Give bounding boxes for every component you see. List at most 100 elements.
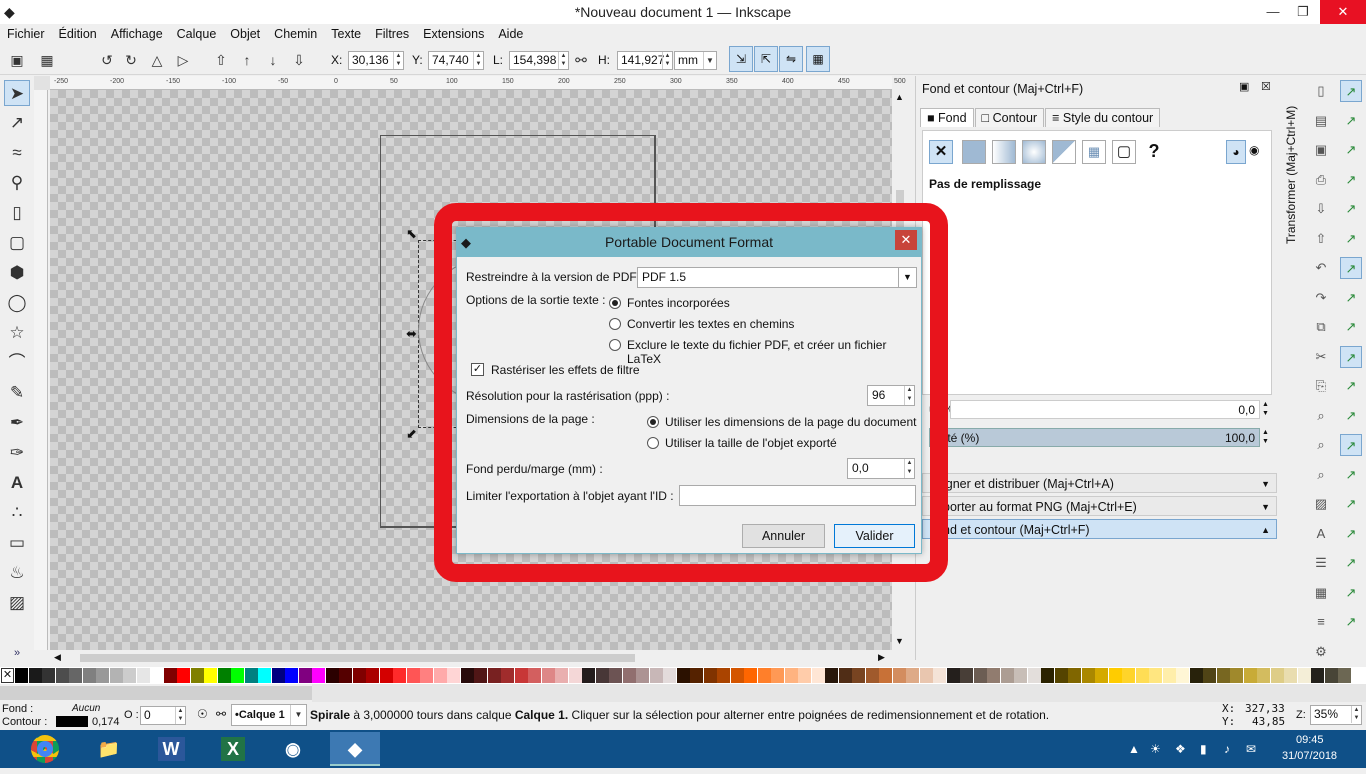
lower-to-bottom-icon[interactable]: ⇩	[288, 49, 310, 71]
palette-swatch[interactable]	[379, 668, 393, 683]
menu-fichier[interactable]: Fichier	[0, 24, 52, 44]
palette-swatch[interactable]	[987, 668, 1000, 683]
palette-swatch[interactable]	[258, 668, 271, 683]
palette-swatch[interactable]	[460, 668, 474, 683]
scale-corners-icon[interactable]: ⇱	[754, 46, 778, 72]
palette-swatch[interactable]	[204, 668, 217, 683]
node-tool-icon[interactable]: ↗	[4, 110, 30, 136]
tray-weather-icon[interactable]: ☀	[1150, 730, 1161, 768]
palette-swatch[interactable]	[1297, 668, 1311, 683]
paint-bucket-tool-icon[interactable]: ♨	[4, 560, 30, 586]
palette-swatch[interactable]	[393, 668, 406, 683]
palette-swatch[interactable]	[960, 668, 973, 683]
dock-align-distribute[interactable]: igner et distribuer (Maj+Ctrl+A) ▼	[922, 473, 1277, 493]
palette-swatch[interactable]	[690, 668, 703, 683]
align-icon[interactable]: ≡	[1310, 611, 1332, 633]
ellipse-tool-icon[interactable]: ◯	[4, 290, 30, 316]
redo-icon[interactable]: ↷	[1310, 287, 1332, 309]
rotate-cw-icon[interactable]: ↻	[120, 49, 142, 71]
palette-swatch[interactable]	[42, 668, 55, 683]
palette-swatch[interactable]	[906, 668, 919, 683]
inkscape-taskbar-icon[interactable]: ◆	[330, 732, 380, 766]
mesh-gradient-icon[interactable]	[1052, 140, 1076, 164]
blur-spin-icon[interactable]: ▲ ▼	[1262, 400, 1269, 418]
pattern-icon[interactable]: ▦	[1082, 140, 1106, 164]
menu-objet[interactable]: Objet	[223, 24, 267, 44]
palette-swatch[interactable]	[730, 668, 744, 683]
snap-option-icon[interactable]: ↗	[1340, 434, 1362, 456]
palette-swatch[interactable]	[1041, 668, 1054, 683]
layer-select[interactable]: •Calque 1 ▼	[231, 704, 307, 726]
tray-expand-icon[interactable]: ▲	[1128, 730, 1140, 768]
palette-swatch[interactable]	[150, 668, 163, 683]
palette-swatch[interactable]	[1135, 668, 1149, 683]
panel-close-icon[interactable]: ☒	[1261, 80, 1271, 93]
palette-swatch[interactable]	[528, 668, 541, 683]
palette-swatch[interactable]	[703, 668, 717, 683]
menu-affichage[interactable]: Affichage	[104, 24, 170, 44]
layers-icon[interactable]: ▦	[1310, 582, 1332, 604]
palette-swatch[interactable]	[852, 668, 865, 683]
tab-contour[interactable]: □ Contour	[974, 108, 1045, 127]
raise-icon[interactable]: ↑	[236, 49, 258, 71]
eraser-tool-icon[interactable]: ▭	[4, 530, 30, 556]
swatch-icon[interactable]: ▢	[1112, 140, 1136, 164]
spin-arrows-icon[interactable]: ▲ ▼	[662, 52, 672, 69]
new-doc-icon[interactable]: ▯	[1310, 80, 1332, 102]
gradient-tool-icon[interactable]: ▨	[4, 590, 30, 616]
palette-swatch[interactable]	[217, 668, 231, 683]
scroll-left-icon[interactable]: ◀	[54, 652, 61, 663]
palette-swatch[interactable]	[892, 668, 906, 683]
close-window-button[interactable]: ✕	[1320, 0, 1366, 24]
scale-stroke-icon[interactable]: ⇲	[729, 46, 753, 72]
snap-option-icon[interactable]: ↗	[1340, 287, 1362, 309]
collapse-icon[interactable]: ▲	[1261, 520, 1270, 540]
palette-swatch[interactable]	[1311, 668, 1324, 683]
palette-swatch[interactable]	[474, 668, 487, 683]
move-patterns-icon[interactable]: ▦	[806, 46, 830, 72]
palette-swatch[interactable]	[1014, 668, 1027, 683]
fill-rule-nonzero-icon[interactable]: ◉	[1249, 143, 1259, 157]
tray-volume-icon[interactable]: ♪	[1224, 730, 1230, 768]
palette-swatch[interactable]	[798, 668, 811, 683]
palette-swatch[interactable]	[838, 668, 852, 683]
palette-swatch[interactable]	[1149, 668, 1162, 683]
palette-swatch[interactable]	[15, 668, 28, 683]
flip-horizontal-icon[interactable]: △	[146, 49, 168, 71]
palette-swatch[interactable]	[811, 668, 825, 683]
tweak-tool-icon[interactable]: ≈	[4, 140, 30, 166]
expand-icon[interactable]: ▼	[1261, 497, 1270, 517]
palette-swatch[interactable]	[487, 668, 501, 683]
menu-chemin[interactable]: Chemin	[267, 24, 324, 44]
tab-style-contour[interactable]: ≡ Style du contour	[1045, 108, 1161, 127]
palette-swatch[interactable]	[1068, 668, 1081, 683]
layer-visibility-icon[interactable]: ☉	[197, 707, 208, 721]
palette-swatch[interactable]	[622, 668, 636, 683]
palette-swatch[interactable]	[649, 668, 663, 683]
menu-texte[interactable]: Texte	[324, 24, 368, 44]
snap-option-icon[interactable]: ↗	[1340, 257, 1362, 279]
select-all-icon[interactable]: ▣	[6, 49, 28, 71]
palette-swatch[interactable]	[1176, 668, 1189, 683]
snap-option-icon[interactable]: ↗	[1340, 464, 1362, 486]
palette-swatch[interactable]	[919, 668, 933, 683]
linear-gradient-icon[interactable]	[992, 140, 1016, 164]
palette-swatch[interactable]	[339, 668, 352, 683]
snap-option-icon[interactable]: ↗	[1340, 405, 1362, 427]
palette-swatch[interactable]	[231, 668, 244, 683]
width-input[interactable]: 154,398 ▲ ▼	[509, 51, 569, 70]
flip-vertical-icon[interactable]: ▷	[172, 49, 194, 71]
palette-swatch[interactable]	[190, 668, 204, 683]
palette-swatch[interactable]	[163, 668, 177, 683]
palette-swatch[interactable]	[514, 668, 528, 683]
palette-swatch[interactable]	[771, 668, 784, 683]
snap-option-icon[interactable]: ↗	[1340, 582, 1362, 604]
3d-box-tool-icon[interactable]: ⬢	[4, 260, 30, 286]
pencil-tool-icon[interactable]: ✎	[4, 380, 30, 406]
scroll-up-icon[interactable]: ▲	[895, 92, 904, 102]
snap-option-icon[interactable]: ↗	[1340, 139, 1362, 161]
blur-slider[interactable]: 0,0	[950, 400, 1260, 419]
height-input[interactable]: 141,927 ▲ ▼	[617, 51, 673, 70]
zoom-selection-icon[interactable]: ⌕	[1310, 405, 1332, 427]
duplicate-icon[interactable]: ⧉	[1310, 316, 1332, 338]
